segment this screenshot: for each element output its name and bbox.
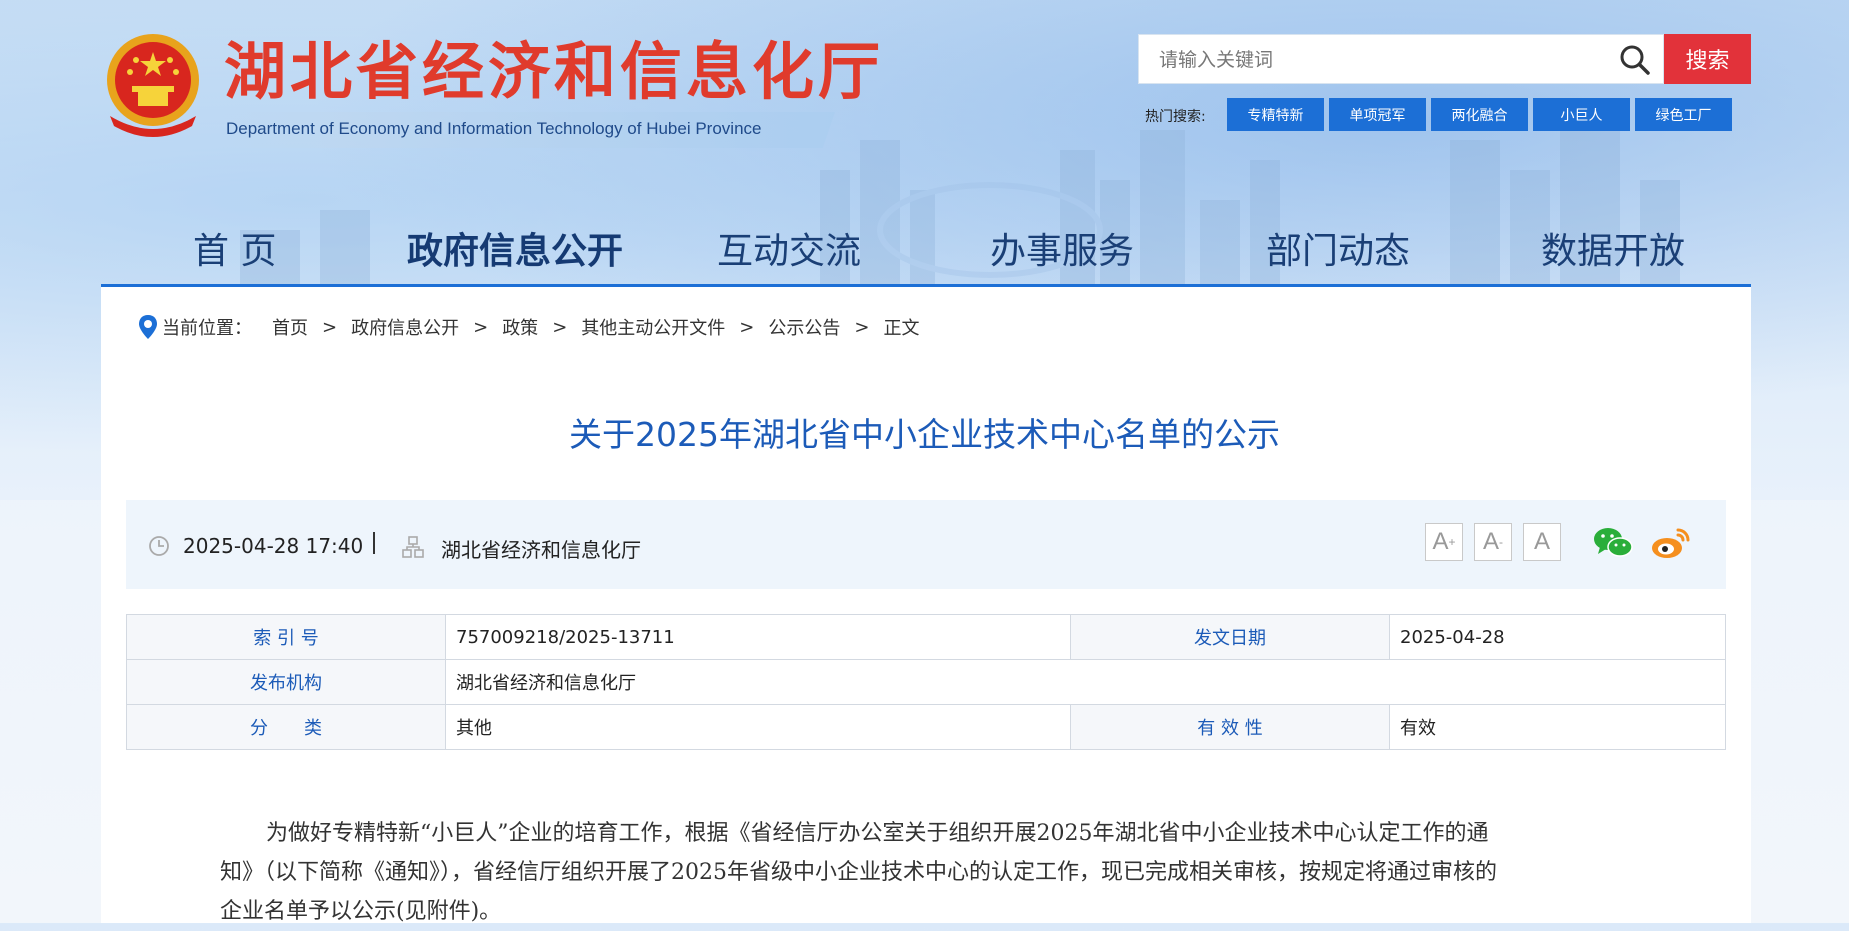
weibo-share-icon[interactable] — [1650, 524, 1692, 560]
font-reset-letter: A — [1533, 528, 1550, 555]
nav-item-home[interactable]: 首 页 — [193, 222, 276, 274]
hot-tag-zhuanjingtexin[interactable]: 专精特新 — [1227, 98, 1324, 131]
hot-tag-lianghuarónghe[interactable]: 两化融合 — [1431, 98, 1528, 131]
national-emblem-logo — [107, 34, 199, 137]
organization-icon — [402, 536, 424, 558]
breadcrumb-separator: > — [739, 316, 755, 338]
table-row: 分 类 其他 有 效 性 有效 — [126, 704, 1726, 750]
search-icon[interactable] — [1619, 44, 1651, 76]
publisher: 湖北省经济和信息化厅 — [441, 538, 641, 562]
hot-tag-danxiangguanjun[interactable]: 单项冠军 — [1329, 98, 1426, 131]
breadcrumb: 当前位置： 首页 > 政府信息公开 > 政策 > 其他主动公开文件 > 公示公告… — [138, 314, 919, 340]
meta-divider — [373, 532, 375, 554]
body-line-3: 企业名单予以公示(见附件)。 — [220, 899, 502, 924]
nav-item-department-news[interactable]: 部门动态 — [1266, 222, 1410, 274]
issuing-org-label: 发布机构 — [126, 659, 446, 705]
index-number-value: 757009218/2025-13711 — [445, 614, 1071, 660]
breadcrumb-separator: > — [473, 316, 489, 338]
search-box — [1138, 34, 1664, 84]
breadcrumb-separator: > — [854, 316, 870, 338]
breadcrumb-separator: > — [552, 316, 568, 338]
breadcrumb-policy[interactable]: 政策 — [502, 314, 538, 340]
location-pin-icon — [139, 315, 157, 339]
search-input[interactable] — [1157, 45, 1581, 75]
font-decrease-letter: A — [1482, 528, 1499, 555]
article-body: 为做好专精特新“小巨人”企业的培育工作，根据《省经信厅办公室关于组织开展2025… — [220, 814, 1620, 931]
breadcrumb-gov-info[interactable]: 政府信息公开 — [351, 314, 459, 340]
breadcrumb-label: 当前位置： — [162, 318, 252, 339]
breadcrumb-separator: > — [322, 316, 338, 338]
breadcrumb-other-files[interactable]: 其他主动公开文件 — [581, 314, 725, 340]
site-subtitle: Department of Economy and Information Te… — [226, 119, 762, 138]
issuing-org-value: 湖北省经济和信息化厅 — [445, 659, 1726, 705]
document-info-table: 索 引 号 757009218/2025-13711 发文日期 2025-04-… — [126, 614, 1726, 750]
site-title: 湖北省经济和信息化厅 — [224, 35, 885, 108]
nav-item-services[interactable]: 办事服务 — [990, 222, 1134, 274]
validity-label: 有 效 性 — [1070, 704, 1390, 750]
nav-item-gov-info[interactable]: 政府信息公开 — [407, 222, 623, 274]
table-row: 索 引 号 757009218/2025-13711 发文日期 2025-04-… — [126, 614, 1726, 660]
hot-tag-xiaojuren[interactable]: 小巨人 — [1533, 98, 1630, 131]
font-reset-button[interactable]: A — [1523, 523, 1561, 561]
hot-search-label: 热门搜索: — [1145, 109, 1206, 125]
hot-tag-lvsegongchang[interactable]: 绿色工厂 — [1635, 98, 1732, 131]
nav-item-open-data[interactable]: 数据开放 — [1541, 222, 1685, 274]
main-nav: 首 页 政府信息公开 互动交流 办事服务 部门动态 数据开放 — [100, 210, 1750, 286]
publish-date: 2025-04-28 17:40 — [183, 534, 364, 558]
search-button[interactable]: 搜索 — [1664, 34, 1751, 84]
font-increase-mark: + — [1448, 535, 1456, 549]
body-line-1: 为做好专精特新“小巨人”企业的培育工作，根据《省经信厅办公室关于组织开展2025… — [266, 821, 1489, 846]
validity-value: 有效 — [1389, 704, 1726, 750]
table-row: 发布机构 湖北省经济和信息化厅 — [126, 659, 1726, 705]
issue-date-label: 发文日期 — [1070, 614, 1390, 660]
breadcrumb-current: 正文 — [883, 318, 920, 339]
nav-item-interaction[interactable]: 互动交流 — [717, 222, 861, 274]
wechat-share-icon[interactable] — [1592, 524, 1634, 560]
index-number-label: 索 引 号 — [126, 614, 446, 660]
article-title: 关于2025年湖北省中小企业技术中心名单的公示 — [569, 415, 1280, 454]
font-decrease-button[interactable]: A- — [1474, 523, 1512, 561]
breadcrumb-home[interactable]: 首页 — [272, 314, 308, 340]
category-value: 其他 — [445, 704, 1071, 750]
breadcrumb-announcements[interactable]: 公示公告 — [768, 314, 840, 340]
body-line-2: 知》（以下简称《通知》），省经信厅组织开展了2025年省级中小企业技术中心的认定… — [220, 860, 1497, 885]
font-increase-letter: A — [1432, 528, 1449, 555]
category-label: 分 类 — [126, 704, 446, 750]
issue-date-value: 2025-04-28 — [1389, 614, 1726, 660]
font-increase-button[interactable]: A + — [1425, 523, 1463, 561]
clock-icon — [149, 536, 169, 556]
font-decrease-mark: - — [1499, 535, 1503, 549]
